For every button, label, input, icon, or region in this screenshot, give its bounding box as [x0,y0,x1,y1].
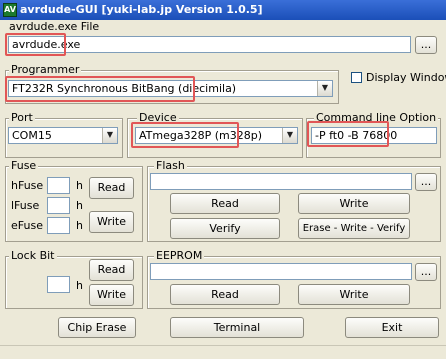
app-icon: AV [3,3,17,17]
programmer-highlight [5,76,195,102]
hfuse-input[interactable] [47,177,70,194]
flash-write-button[interactable]: Write [298,193,410,214]
lfuse-label: lFuse [11,199,40,212]
chevron-down-icon[interactable]: ▼ [317,81,332,96]
window-titlebar[interactable]: avrdude-GUI [yuki-lab.jp Version 1.0.5] [0,0,446,20]
eeprom-browse-button[interactable]: ... [415,263,437,281]
exit-button[interactable]: Exit [345,317,439,338]
hfuse-suffix: h [76,179,83,192]
programmer-label: Programmer [9,63,82,76]
fuse-write-button[interactable]: Write [89,211,134,233]
flash-file-input[interactable] [150,173,412,190]
lock-bit-input[interactable] [47,276,70,293]
efuse-label: eFuse [11,219,43,232]
avrdude-file-highlight [5,33,66,56]
flash-verify-button[interactable]: Verify [170,218,280,239]
lfuse-suffix: h [76,199,83,212]
chevron-down-icon[interactable]: ▼ [282,128,297,143]
window-title: avrdude-GUI [yuki-lab.jp Version 1.0.5] [20,3,263,16]
command-line-highlight [307,121,389,147]
port-value: COM15 [12,129,52,142]
flash-read-button[interactable]: Read [170,193,280,214]
avrdude-file-label: avrdude.exe File [9,20,100,33]
port-label: Port [9,111,35,124]
flash-label: Flash [154,159,187,172]
flash-erase-write-verify-button[interactable]: Erase - Write - Verify [298,218,410,239]
display-window-label[interactable]: Display Window [366,71,446,84]
fuse-label: Fuse [9,159,39,172]
checkbox-icon[interactable] [351,72,362,83]
eeprom-file-input[interactable] [150,263,412,280]
chevron-down-icon[interactable]: ▼ [102,128,117,143]
eeprom-label: EEPROM [154,249,205,262]
lock-bit-write-button[interactable]: Write [89,284,134,306]
device-highlight [131,122,239,148]
fuse-read-button[interactable]: Read [89,177,134,199]
terminal-button[interactable]: Terminal [170,317,304,338]
eeprom-write-button[interactable]: Write [298,284,410,305]
eeprom-read-button[interactable]: Read [170,284,280,305]
lock-bit-suffix: h [76,279,83,292]
lfuse-input[interactable] [47,197,70,214]
efuse-suffix: h [76,219,83,232]
hfuse-label: hFuse [11,179,44,192]
status-strip [0,345,446,359]
chip-erase-button[interactable]: Chip Erase [58,317,136,338]
lock-bit-label: Lock Bit [9,249,57,262]
efuse-input[interactable] [47,217,70,234]
flash-browse-button[interactable]: ... [415,173,437,191]
avrdude-file-browse-button[interactable]: ... [415,36,437,54]
lock-bit-read-button[interactable]: Read [89,259,134,281]
avrdude-file-input[interactable]: avrdude.exe [8,36,411,53]
